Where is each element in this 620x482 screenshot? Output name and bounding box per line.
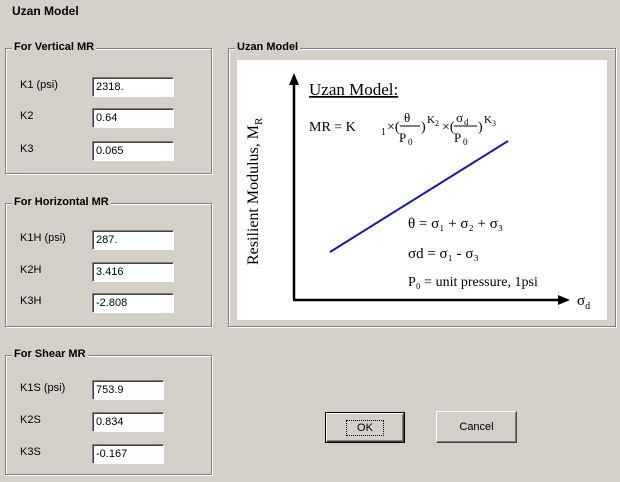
sigma-d-definition: σd = σ₁ - σ₃ [408,246,479,262]
k2h-label: K2H [20,264,42,276]
y-axis-label: Resilient Modulus, MR [245,117,265,265]
svg-text:3: 3 [492,119,496,128]
k3-input[interactable] [92,141,174,161]
p0-definition: P₀ = unit pressure, 1psi [408,275,538,290]
k1s-label: K1S (psi) [20,382,66,394]
svg-text:K: K [484,114,492,126]
model-equation: MR = K 1 ×( θ P 0 ) K 2 ×( σ d P 0 ) K 3 [309,110,496,147]
k2s-label: K2S [20,414,41,426]
vertical-mr-group: For Vertical MR K1 (psi) K2 K3 [5,41,212,174]
ok-button[interactable]: OK [325,412,405,443]
shear-mr-group: For Shear MR K1S (psi) K2S K3S [5,348,212,475]
svg-text:P: P [399,130,406,145]
uzan-model-legend: Uzan Model [235,41,301,53]
k1s-input[interactable] [92,380,164,400]
svg-text:0: 0 [408,137,413,147]
model-trend-line [329,140,509,253]
svg-text:×(: ×( [387,120,400,135]
k1-input[interactable] [92,77,174,97]
k3s-label: K3S [20,446,41,458]
svg-text:×(: ×( [442,120,455,135]
ok-button-label: OK [346,419,384,436]
svg-text:P: P [454,130,461,145]
dialog-title: Uzan Model [12,4,79,18]
x-axis-label: σd [577,293,590,312]
shear-mr-legend: For Shear MR [12,348,88,360]
svg-text:σ: σ [456,110,463,125]
k1h-label: K1H (psi) [20,232,66,244]
k1-label: K1 (psi) [20,79,58,91]
uzan-model-diagram: Resilient Modulus, MR σd Uzan Model: MR … [237,60,607,320]
k3h-label: K3H [20,295,42,307]
k1h-input[interactable] [92,230,174,250]
y-axis-arrow [289,73,299,85]
svg-text:1: 1 [381,127,386,138]
model-heading: Uzan Model: [309,80,398,99]
k2h-input[interactable] [92,262,174,282]
horizontal-mr-group: For Horizontal MR K1H (psi) K2H K3H [5,196,212,327]
horizontal-mr-legend: For Horizontal MR [12,196,111,208]
svg-text:0: 0 [463,137,468,147]
k2s-input[interactable] [92,412,164,432]
x-axis-arrow [558,295,570,305]
svg-text:2: 2 [435,119,439,128]
svg-text:): ) [478,120,483,135]
k3h-input[interactable] [92,293,174,313]
svg-text:K: K [427,114,435,126]
svg-text:θ: θ [404,110,410,125]
k2-label: K2 [20,110,34,122]
k3s-input[interactable] [92,444,164,464]
k2-input[interactable] [92,108,174,128]
k3-label: K3 [20,143,34,155]
svg-text:): ) [421,120,426,135]
theta-definition: θ = σ₁ + σ₂ + σ₃ [408,216,503,232]
vertical-mr-legend: For Vertical MR [12,41,97,53]
svg-text:MR = K: MR = K [309,120,356,135]
cancel-button[interactable]: Cancel [436,411,517,443]
diagram-svg: Resilient Modulus, MR σd Uzan Model: MR … [245,73,590,312]
